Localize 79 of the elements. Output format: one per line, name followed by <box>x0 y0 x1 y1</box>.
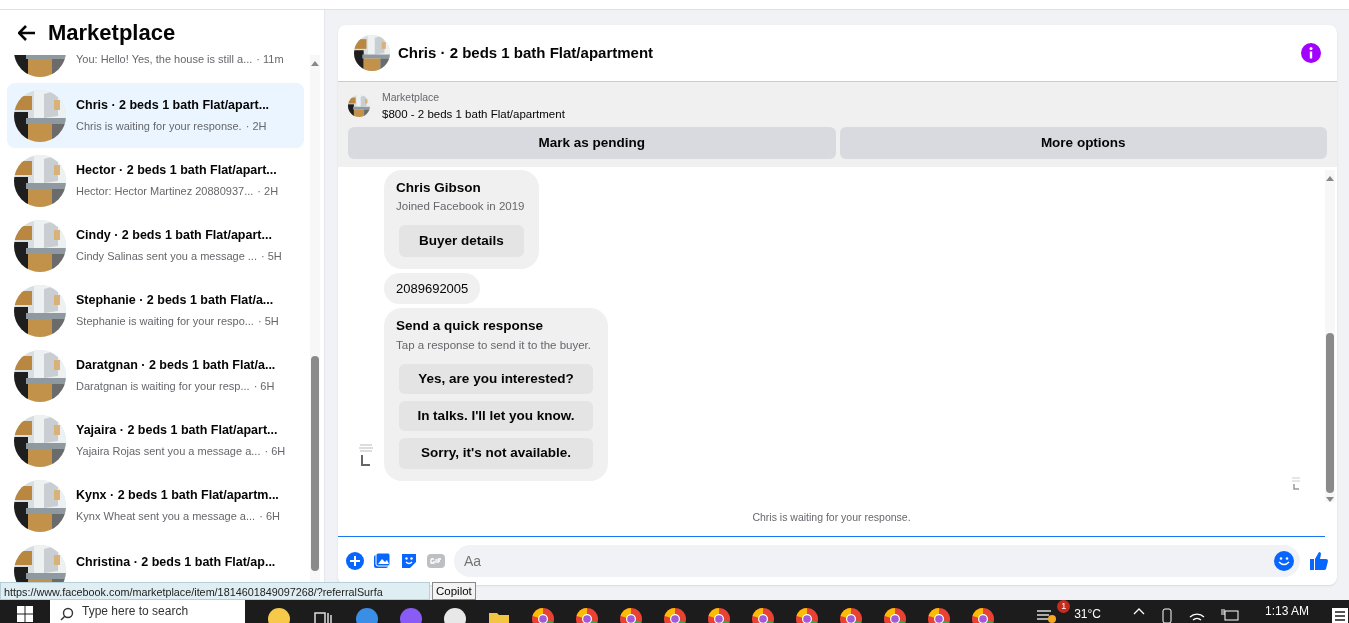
message-time: · 6H <box>264 444 286 460</box>
message-time: · 6H <box>259 509 280 525</box>
quick-reply-button[interactable]: Yes, are you interested? <box>399 363 593 394</box>
browser-icon[interactable] <box>707 606 732 623</box>
browser-icon[interactable] <box>575 606 600 623</box>
message-preview: Chris is waiting for your response. <box>76 119 242 135</box>
message-input[interactable]: Aa <box>454 545 1300 577</box>
listing-source: Marketplace <box>382 90 441 105</box>
sticker-icon[interactable] <box>400 552 418 570</box>
buyer-details-button[interactable]: Buyer details <box>399 224 524 257</box>
message-time: · 2H <box>257 184 279 200</box>
scrollbar[interactable] <box>1325 170 1335 503</box>
browser-icon[interactable] <box>927 606 952 623</box>
taskbar-search-field[interactable]: Type here to search <box>50 600 246 623</box>
sidebar-title: Marketplace <box>48 19 176 47</box>
action-button[interactable]: More options <box>839 127 1327 159</box>
chevron-up-icon[interactable] <box>1132 607 1145 615</box>
conversation-item[interactable]: Hector · 2 beds 1 bath Flat/apart... Hector: Hector Martinez 20880937... · 2H <box>7 148 304 213</box>
message-preview: Hector: Hector Martinez 20880937... <box>76 184 254 200</box>
conversation-item[interactable]: You: Hello! Yes, the house is still a... · 11m <box>7 55 304 83</box>
scroll-down-icon[interactable] <box>1326 496 1334 503</box>
thumbs-up-icon[interactable] <box>1309 551 1329 571</box>
browser-icon[interactable] <box>883 606 908 623</box>
quick-response-hint: Tap a response to send it to the buyer. <box>396 337 592 353</box>
notification-badge: 1 <box>1057 600 1071 613</box>
browser-icon[interactable] <box>619 606 644 623</box>
info-icon[interactable] <box>1301 43 1321 63</box>
message-preview: Stephanie is waiting for your respo... <box>76 314 254 330</box>
avatar-icon <box>358 442 374 466</box>
browser-icon[interactable] <box>839 606 864 623</box>
scrollbar[interactable] <box>310 55 320 582</box>
weather-temperature[interactable]: 31°C <box>1074 605 1101 621</box>
quick-reply-button[interactable]: Sorry, it's not available. <box>399 438 593 469</box>
quick-reply-button[interactable]: In talks. I'll let you know. <box>399 401 593 432</box>
conversation-title: Chris · 2 beds 1 bath Flat/apartment <box>398 42 654 63</box>
notifications-icon[interactable] <box>1331 607 1349 623</box>
browser-icon[interactable] <box>751 606 776 623</box>
browser-icon[interactable] <box>795 606 820 623</box>
emoji-icon[interactable] <box>1274 551 1294 571</box>
message-bubble: 2089692005 <box>384 272 481 305</box>
read-receipt-icon <box>1291 476 1301 490</box>
message-preview: Yajaira Rojas sent you a message a... <box>76 444 261 460</box>
browser-icon[interactable] <box>531 606 556 623</box>
message-preview: You: Hello! Yes, the house is still a... <box>76 55 253 68</box>
device-icon[interactable] <box>1160 607 1173 623</box>
back-arrow-icon[interactable] <box>18 24 36 41</box>
conversation-item[interactable]: Daratgnan · 2 beds 1 bath Flat/a... Daratgnan is waiting for your resp... · 6H <box>7 343 304 408</box>
conversation-item[interactable]: Kynx · 2 beds 1 bath Flat/apartm... Kynx Wheat sent you a message a... · 6H <box>7 473 304 538</box>
link-preview-url: https://www.facebook.com/marketplace/item/1814601849097268/?referralSurfa <box>0 582 430 600</box>
conversation-item[interactable]: Chris · 2 beds 1 bath Flat/apart... Chris is waiting for your response. · 2H <box>7 83 304 148</box>
search-icon <box>60 607 74 621</box>
clock-time[interactable]: 1:13 AM <box>1264 600 1309 618</box>
browser-icon[interactable] <box>663 606 688 623</box>
conversation-item[interactable]: Stephanie · 2 beds 1 bath Flat/a... Stephanie is waiting for your respo... · 5H <box>7 278 304 343</box>
message-time: · 11m <box>256 55 284 68</box>
message-time: · 5H <box>261 249 282 265</box>
buyer-joined-text: Joined Facebook in 2019 <box>396 199 526 215</box>
image-icon[interactable] <box>373 552 391 570</box>
message-preview: Daratgnan is waiting for your resp... <box>76 379 250 395</box>
buyer-name: Chris Gibson <box>396 179 482 197</box>
status-message: Chris is waiting for your response. <box>338 502 1325 537</box>
message-preview: Cindy Salinas sent you a message ... <box>76 249 257 265</box>
conversation-item[interactable]: Yajaira · 2 beds 1 bath Flat/apart... Yajaira Rojas sent you a message a... · 6H <box>7 408 304 473</box>
message-preview: Kynx Wheat sent you a message a... <box>76 509 256 525</box>
start-icon[interactable] <box>17 606 33 622</box>
browser-icon[interactable] <box>971 606 996 623</box>
conversation-item[interactable]: Cindy · 2 beds 1 bath Flat/apart... Cindy Salinas sent you a message ... · 5H <box>7 213 304 278</box>
tooltip: Copilot <box>432 582 476 600</box>
emoji-icon[interactable] <box>267 606 292 623</box>
listing-summary[interactable]: $800 - 2 beds 1 bath Flat/apartment <box>382 105 565 123</box>
scroll-up-icon[interactable] <box>1326 175 1334 181</box>
plus-icon[interactable] <box>346 552 364 570</box>
message-time: · 2H <box>245 119 267 135</box>
message-time: · 6H <box>253 379 275 395</box>
message-time: · 5H <box>257 314 279 330</box>
battery-icon[interactable] <box>1220 607 1239 621</box>
action-button[interactable]: Mark as pending <box>348 127 836 159</box>
scroll-up-icon[interactable] <box>311 60 319 66</box>
quick-response-title: Send a quick response <box>396 317 545 336</box>
